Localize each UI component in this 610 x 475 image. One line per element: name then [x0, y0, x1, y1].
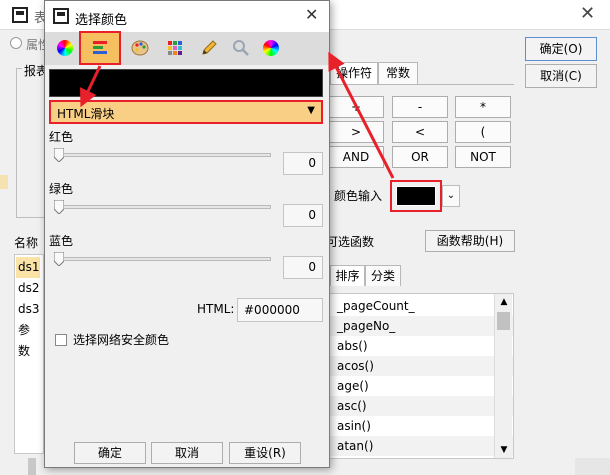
arrow-to-select [80, 65, 102, 108]
arrow-to-dialog [328, 51, 395, 179]
annotation-arrows [80, 51, 395, 179]
